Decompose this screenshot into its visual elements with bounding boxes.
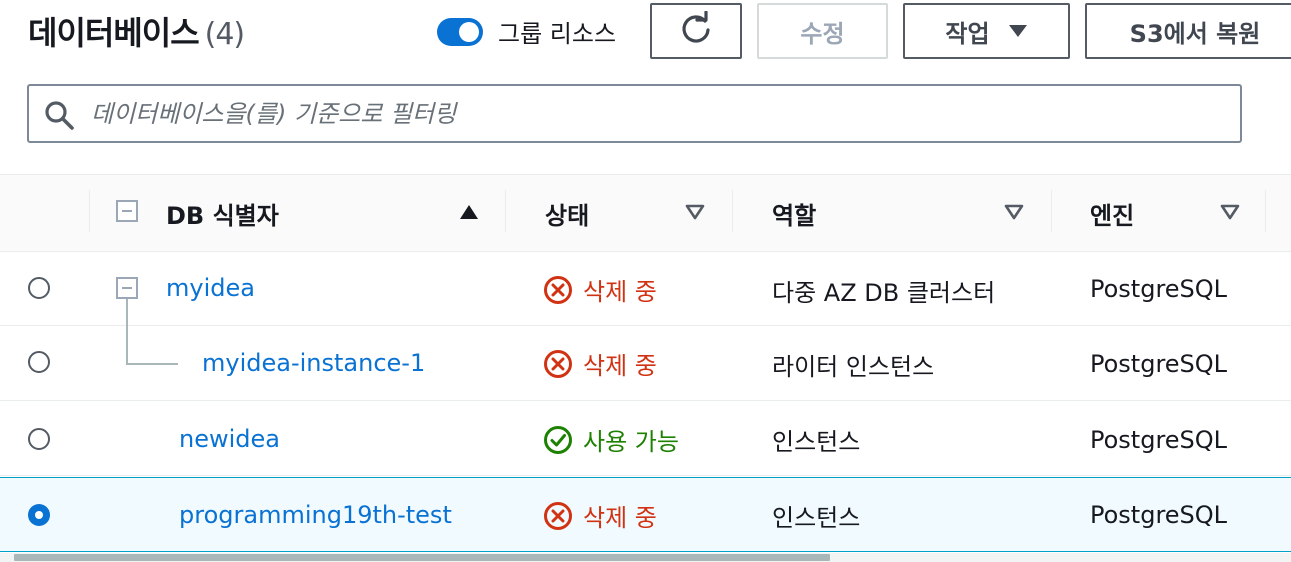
column-header-db-identifier[interactable]: DB 식별자 (166, 196, 279, 231)
scrollbar-thumb[interactable] (14, 554, 830, 561)
error-circle-icon (543, 275, 573, 311)
resource-count: (4) (204, 17, 245, 52)
engine-cell: PostgreSQL (1090, 426, 1228, 454)
status-cell: 삭제 중 (543, 346, 657, 385)
column-separator (1265, 190, 1266, 232)
group-resources-label: 그룹 리소스 (498, 20, 617, 48)
role-cell: 라이터 인스턴스 (772, 353, 935, 381)
column-header-status[interactable]: 상태 (545, 196, 589, 231)
status-cell: 사용 가능 (543, 422, 679, 461)
search-icon (43, 99, 75, 135)
engine-cell: PostgreSQL (1090, 275, 1228, 303)
row-select-radio[interactable] (28, 504, 50, 526)
refresh-icon (679, 10, 713, 51)
cluster-collapse-toggle[interactable] (116, 277, 138, 299)
column-header-role[interactable]: 역할 (772, 196, 816, 231)
role-cell: 다중 AZ DB 클러스터 (772, 279, 996, 307)
column-separator (89, 190, 90, 232)
filter-search-box[interactable] (27, 84, 1242, 143)
status-text: 삭제 중 (583, 504, 657, 532)
status-text: 사용 가능 (583, 428, 679, 456)
db-identifier-link[interactable]: newidea (179, 425, 280, 453)
column-separator (505, 190, 506, 232)
error-circle-icon (543, 501, 573, 537)
sort-icon[interactable] (685, 204, 705, 224)
actions-dropdown[interactable]: 작업 (903, 3, 1070, 59)
row-select-radio[interactable] (28, 351, 50, 373)
row-select-radio[interactable] (28, 428, 50, 450)
collapse-all-toggle[interactable] (116, 200, 138, 222)
engine-cell: PostgreSQL (1090, 350, 1228, 378)
actions-label: 작업 (945, 19, 990, 48)
row-select-radio[interactable] (28, 277, 50, 299)
page-title-text: 데이터베이스 (28, 14, 200, 52)
status-text: 삭제 중 (583, 278, 657, 306)
check-circle-icon (543, 425, 573, 461)
restore-from-s3-button[interactable]: S3에서 복원 (1085, 3, 1291, 59)
db-identifier-link[interactable]: programming19th-test (179, 501, 452, 529)
column-separator (732, 190, 733, 232)
toggle-knob (459, 22, 479, 42)
filter-input[interactable] (89, 92, 1213, 136)
caret-down-icon (1008, 19, 1028, 43)
status-cell: 삭제 중 (543, 498, 657, 537)
edit-button[interactable]: 수정 (757, 3, 888, 59)
group-resources-toggle[interactable] (437, 18, 483, 46)
column-separator (1051, 190, 1052, 232)
column-header-engine[interactable]: 엔진 (1090, 196, 1134, 231)
role-cell: 인스턴스 (772, 504, 861, 532)
status-text: 삭제 중 (583, 352, 657, 380)
error-circle-icon (543, 349, 573, 385)
db-identifier-link[interactable]: myidea-instance-1 (202, 349, 425, 377)
db-identifier-link[interactable]: myidea (166, 274, 255, 302)
engine-cell: PostgreSQL (1090, 501, 1228, 529)
sort-ascending-icon[interactable] (459, 204, 479, 224)
status-cell: 삭제 중 (543, 272, 657, 311)
page-title: 데이터베이스 (4) (28, 8, 245, 54)
refresh-button[interactable] (650, 3, 742, 59)
sort-icon[interactable] (1004, 204, 1024, 224)
sort-icon[interactable] (1220, 204, 1240, 224)
role-cell: 인스턴스 (772, 428, 861, 456)
